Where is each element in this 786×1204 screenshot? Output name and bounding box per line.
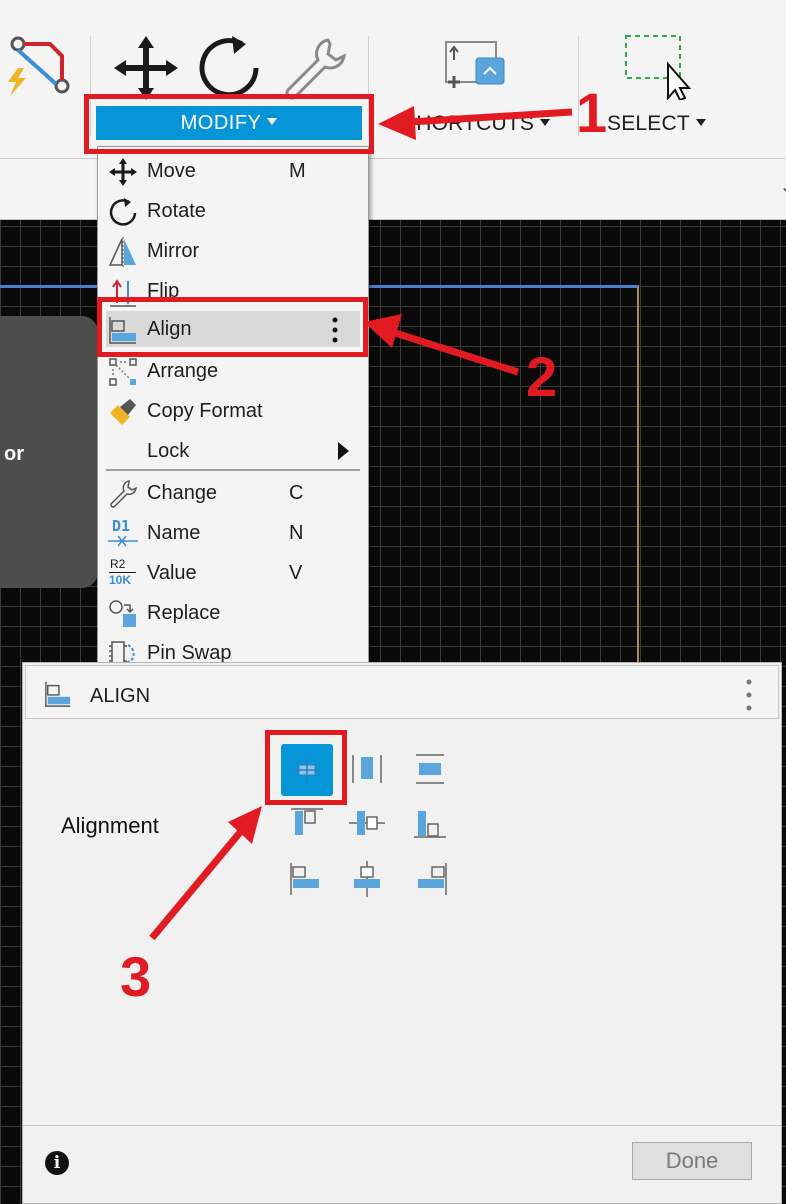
rotate-icon — [109, 198, 137, 226]
menu-item-label: Lock — [147, 440, 190, 462]
panel-footer-divider — [23, 1125, 781, 1126]
align-middle-icon[interactable] — [345, 803, 389, 847]
info-icon[interactable]: i — [45, 1151, 69, 1175]
shortcut-key: V — [289, 562, 303, 584]
caret-down-icon — [695, 118, 706, 126]
menu-item-copy-format[interactable]: Copy Format — [98, 391, 368, 431]
mirror-icon — [108, 237, 136, 267]
align-icon — [45, 681, 71, 707]
caret-down-icon — [540, 118, 551, 126]
select-label: SELECT — [607, 112, 690, 135]
menu-item-lock[interactable]: Lock — [98, 431, 368, 471]
menu-item-change[interactable]: Change C — [98, 473, 368, 513]
menu-item-value[interactable]: R2 10K Value V — [98, 553, 368, 593]
shortcut-key: M — [289, 160, 306, 182]
move-icon[interactable] — [112, 34, 180, 102]
value-icon-bottom: 10K — [109, 573, 132, 587]
highlight-box-modify — [84, 94, 374, 154]
menu-item-arrange[interactable]: Arrange — [98, 351, 368, 391]
menu-item-label: Replace — [147, 602, 221, 624]
wrench-icon — [110, 480, 137, 508]
name-icon: D1 — [108, 517, 138, 549]
menu-item-label: Move — [147, 160, 196, 182]
menu-item-label: Change — [147, 482, 218, 504]
align-panel: ALIGN Alignment i Done — [22, 662, 782, 1204]
align-top-icon[interactable] — [285, 803, 329, 847]
step-number-3: 3 — [120, 945, 152, 1008]
alignment-label: Alignment — [61, 813, 159, 838]
menu-item-move[interactable]: Move M — [98, 151, 368, 191]
highlight-box-align-center — [265, 730, 347, 805]
highlight-box-align — [97, 297, 368, 357]
shortcut-key: N — [289, 522, 304, 544]
select-menu-button[interactable]: SELECT — [607, 112, 706, 136]
step-number-2: 2 — [526, 345, 558, 408]
align-left-icon[interactable] — [285, 857, 329, 901]
menu-separator — [106, 469, 360, 471]
submenu-arrow-icon — [338, 442, 349, 460]
select-icon[interactable] — [622, 34, 692, 100]
copy-format-icon — [110, 399, 136, 425]
shortcuts-label: SHORTCUTS — [402, 112, 535, 135]
menu-item-replace[interactable]: Replace — [98, 593, 368, 633]
component-label: or — [4, 443, 24, 465]
menu-item-rotate[interactable]: Rotate — [98, 191, 368, 231]
menu-item-label: Copy Format — [147, 400, 263, 422]
menu-item-label: Name — [147, 522, 201, 544]
rotate-icon[interactable] — [198, 34, 264, 100]
name-icon-text: D1 — [112, 517, 131, 535]
name-icon-marker — [108, 535, 138, 547]
chevron-down-icon[interactable]: ⌄ — [780, 177, 786, 197]
modify-dropdown-menu: Move M Rotate Mirror Flip Align Arrange … — [97, 146, 369, 676]
move-icon — [109, 158, 137, 186]
distribute-vertical-icon[interactable] — [408, 747, 452, 791]
panel-header: ALIGN — [25, 665, 779, 719]
align-bottom-icon[interactable] — [408, 803, 452, 847]
shortcuts-icon[interactable] — [440, 38, 508, 92]
step-number-1: 1 — [576, 81, 608, 144]
value-icon-top: R2 — [110, 557, 126, 571]
menu-item-mirror[interactable]: Mirror — [98, 231, 368, 271]
value-icon: R2 10K — [108, 557, 138, 589]
done-button[interactable]: Done — [632, 1142, 752, 1180]
wrench-icon[interactable] — [282, 36, 348, 100]
shortcut-key: C — [289, 482, 304, 504]
menu-item-label: Arrange — [147, 360, 219, 382]
shortcuts-menu-button[interactable]: SHORTCUTS — [402, 112, 551, 136]
route-lightning-icon[interactable] — [4, 34, 74, 100]
arrange-icon — [109, 358, 137, 386]
panel-title: ALIGN — [90, 685, 151, 707]
replace-icon — [109, 600, 136, 627]
align-right-icon[interactable] — [408, 857, 452, 901]
more-options-icon[interactable] — [744, 678, 754, 712]
menu-item-label: Rotate — [147, 200, 206, 222]
menu-item-label: Mirror — [147, 240, 200, 262]
menu-item-label: Value — [147, 562, 197, 584]
menu-item-name[interactable]: D1 Name N — [98, 513, 368, 553]
align-center-vertical-icon[interactable] — [345, 857, 389, 901]
distribute-horizontal-icon[interactable] — [345, 747, 389, 791]
